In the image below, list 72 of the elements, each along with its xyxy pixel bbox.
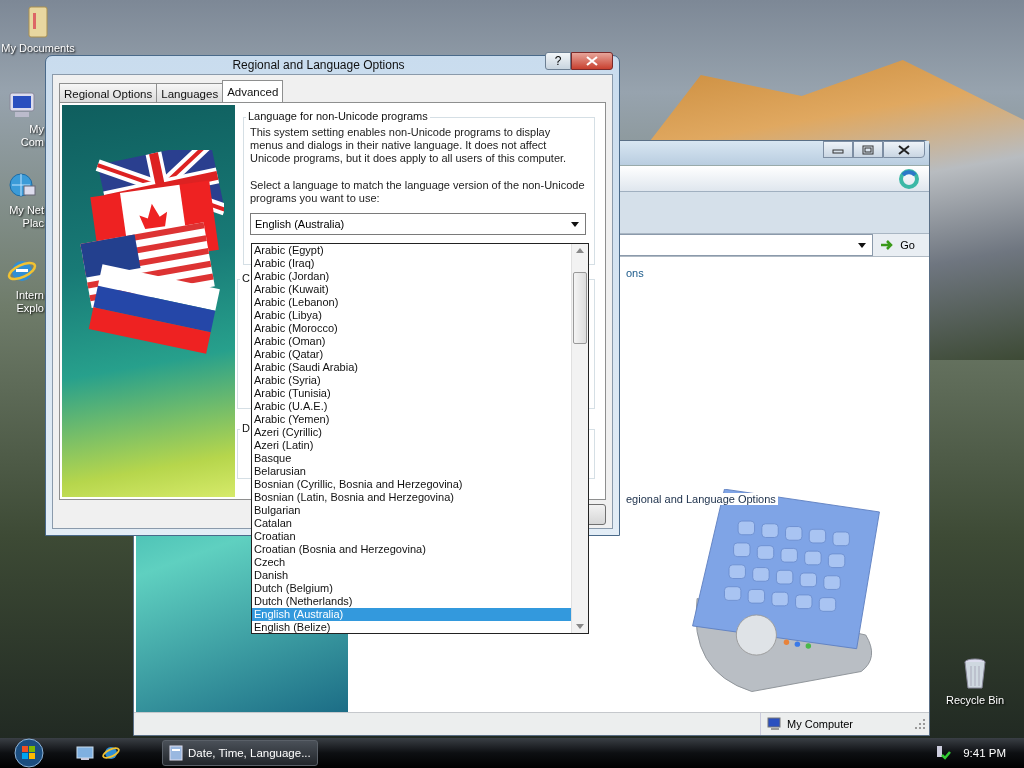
minimize-button[interactable] (823, 141, 853, 158)
dropdown-option[interactable]: Catalan (252, 517, 571, 530)
dropdown-option[interactable]: Arabic (Egypt) (252, 244, 571, 257)
close-icon (898, 144, 910, 155)
dropdown-caret-icon (571, 221, 579, 227)
group-title: Language for non-Unicode programs (246, 110, 430, 122)
desktop-icon-label[interactable]: My Net Plac (8, 204, 44, 230)
dropdown-option[interactable]: Dutch (Netherlands) (252, 595, 571, 608)
dropdown-option[interactable]: Azeri (Cyrillic) (252, 426, 571, 439)
dropdown-option[interactable]: Arabic (Oman) (252, 335, 571, 348)
maximize-button[interactable] (853, 141, 883, 158)
control-panel-icon (169, 745, 183, 761)
help-button[interactable]: ? (545, 52, 571, 70)
go-button[interactable]: Go (873, 234, 929, 256)
refresh-ring-icon[interactable] (897, 166, 921, 191)
show-desktop-icon[interactable] (76, 745, 94, 761)
computer-icon (7, 90, 37, 120)
tab[interactable]: Advanced (222, 80, 284, 102)
dropdown-caret-icon (858, 242, 867, 248)
folder-icon (27, 5, 49, 39)
language-dropdown[interactable]: English (Australia) (250, 213, 586, 235)
dropdown-option[interactable]: Arabic (Qatar) (252, 348, 571, 361)
dropdown-option[interactable]: Arabic (Kuwait) (252, 283, 571, 296)
dropdown-option[interactable]: Basque (252, 452, 571, 465)
clock[interactable]: 9:41 PM (963, 747, 1006, 759)
dropdown-option[interactable]: Arabic (Lebanon) (252, 296, 571, 309)
maximize-icon (862, 144, 874, 155)
tab[interactable]: Regional Options (59, 83, 158, 102)
desktop-icon-label[interactable]: Intern Explo (8, 289, 44, 315)
group-title: C (240, 272, 252, 284)
dropdown-option[interactable]: Bulgarian (252, 504, 571, 517)
recycle-bin-icon (962, 657, 988, 691)
description-text: This system setting enables non-Unicode programs to display menus and dialogs in their native language. It does not affect Unicode programs, but it does apply to all users of this computer. (250, 126, 568, 165)
dropdown-option[interactable]: English (Belize) (252, 621, 571, 634)
dropdown-option[interactable]: Arabic (Tunisia) (252, 387, 571, 400)
task-link[interactable]: ons (626, 267, 644, 279)
computer-icon (766, 717, 783, 731)
close-button[interactable] (571, 52, 613, 70)
dropdown-option[interactable]: Danish (252, 569, 571, 582)
tab[interactable]: Languages (156, 83, 224, 102)
dropdown-option[interactable]: Bosnian (Cyrillic, Bosnia and Herzegovina) (252, 478, 571, 491)
dropdown-option[interactable]: Croatian (252, 530, 571, 543)
dropdown-option[interactable]: Arabic (Jordan) (252, 270, 571, 283)
dropdown-option[interactable]: Azeri (Latin) (252, 439, 571, 452)
group-title: D (240, 422, 252, 434)
scroll-up-icon[interactable] (576, 248, 584, 253)
control-panel-item-label[interactable]: egional and Language Options (626, 493, 778, 505)
dropdown-option[interactable]: Arabic (Syria) (252, 374, 571, 387)
close-icon (586, 56, 598, 66)
prompt-text: Select a language to match the language version of the non-Unicode programs you want to use: (250, 179, 586, 205)
browser-icon[interactable] (102, 744, 120, 762)
dropdown-option[interactable]: Arabic (Yemen) (252, 413, 571, 426)
dropdown-option[interactable]: Bosnian (Latin, Bosnia and Herzegovina) (252, 491, 571, 504)
desktop-icon-label[interactable]: Recycle Bin (945, 694, 1005, 707)
close-button[interactable] (883, 141, 925, 158)
dropdown-option[interactable]: Arabic (U.A.E.) (252, 400, 571, 413)
dropdown-option[interactable]: Arabic (Saudi Arabia) (252, 361, 571, 374)
scrollbar[interactable] (571, 244, 588, 633)
resize-grip-icon[interactable] (913, 717, 927, 731)
taskbar-button[interactable]: Date, Time, Language... (162, 740, 318, 766)
dropdown-option[interactable]: Dutch (Belgium) (252, 582, 571, 595)
dropdown-option[interactable]: Arabic (Iraq) (252, 257, 571, 270)
network-status-icon[interactable] (935, 745, 952, 761)
dropdown-option[interactable]: Croatian (Bosnia and Herzegovina) (252, 543, 571, 556)
scroll-down-icon[interactable] (576, 624, 584, 629)
window-title: Regional and Language Options (232, 58, 405, 72)
scrollbar-thumb[interactable] (573, 272, 587, 344)
dropdown-option[interactable]: Arabic (Libya) (252, 309, 571, 322)
dropdown-option[interactable]: Arabic (Morocco) (252, 322, 571, 335)
status-location: My Computer (786, 718, 853, 730)
dropdown-option[interactable]: Belarusian (252, 465, 571, 478)
dropdown-option[interactable]: Czech (252, 556, 571, 569)
